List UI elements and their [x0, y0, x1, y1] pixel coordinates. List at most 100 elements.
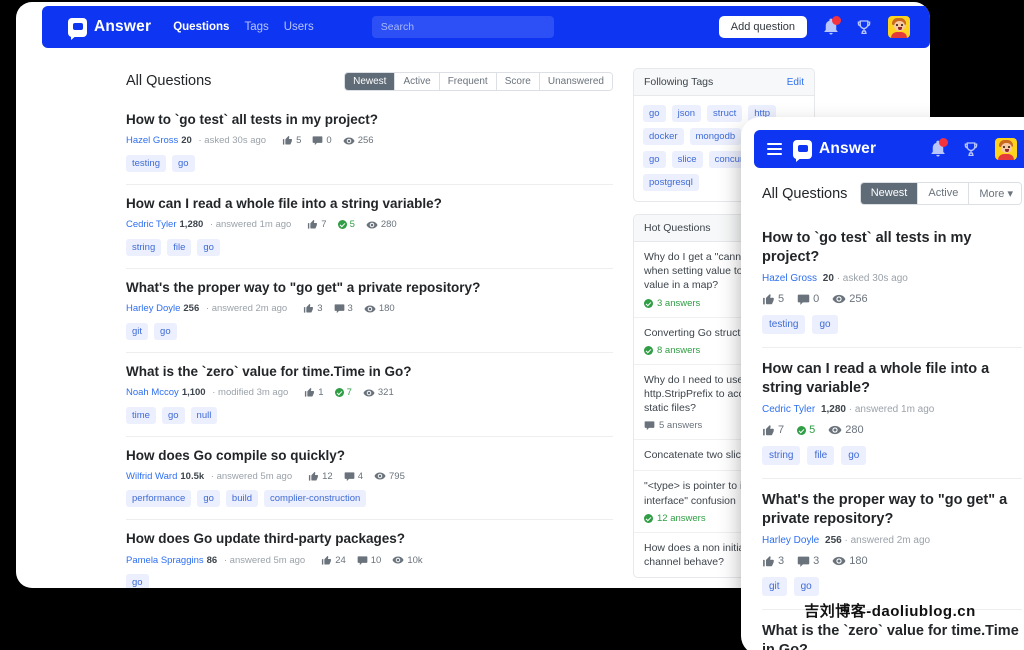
mobile-question-activity: · answered 1m ago — [845, 404, 935, 416]
nav-link-users[interactable]: Users — [284, 21, 314, 33]
following-tag[interactable]: http — [748, 105, 777, 122]
edit-tags-link[interactable]: Edit — [787, 77, 804, 88]
hot-questions-title: Hot Questions — [644, 222, 711, 234]
question-author[interactable]: Noah Mccoy — [126, 387, 179, 398]
question-title[interactable]: How can I read a whole file into a strin… — [126, 196, 613, 213]
eye-icon — [832, 554, 846, 568]
nav-link-questions[interactable]: Questions — [173, 21, 229, 33]
brand-name: Answer — [94, 18, 152, 35]
following-tag[interactable]: json — [671, 105, 702, 122]
desktop-navbar: Answer Questions Tags Users Search Add q… — [42, 6, 930, 48]
mobile-question-title[interactable]: How can I read a whole file into a strin… — [762, 360, 1022, 397]
question-stats: 5 0 256 — [282, 135, 374, 147]
filter-active[interactable]: Active — [394, 72, 439, 90]
mobile-question-author[interactable]: Harley Doyle — [762, 535, 819, 546]
following-tag[interactable]: go — [643, 151, 666, 168]
mobile-brand-logo[interactable]: Answer — [793, 139, 876, 159]
mobile-question-item[interactable]: How can I read a whole file into a strin… — [762, 347, 1022, 478]
tag[interactable]: testing — [762, 315, 806, 335]
avatar[interactable] — [888, 16, 910, 38]
tag[interactable]: performance — [126, 490, 192, 508]
screenshot-stage: Answer Questions Tags Users Search Add q… — [0, 0, 1024, 650]
bell-icon[interactable] — [822, 16, 841, 36]
comment-icon — [797, 555, 810, 568]
tag[interactable]: string — [762, 446, 801, 466]
following-tag[interactable]: go — [643, 105, 666, 122]
tag[interactable]: go — [126, 574, 149, 588]
tag[interactable]: go — [172, 154, 195, 172]
mobile-filter-more[interactable]: More ▾ — [968, 183, 1021, 204]
filter-unanswered[interactable]: Unanswered — [538, 72, 612, 90]
tag[interactable]: file — [807, 446, 835, 466]
trophy-icon[interactable] — [962, 140, 980, 158]
tag[interactable]: null — [190, 406, 218, 424]
tag[interactable]: go — [793, 577, 819, 597]
tag[interactable]: complier-construction — [264, 490, 367, 508]
mobile-question-item[interactable]: What is the `zero` value for time.Time i… — [762, 609, 1022, 650]
filter-frequent[interactable]: Frequent — [438, 72, 496, 90]
filter-score[interactable]: Score — [495, 72, 539, 90]
following-tag[interactable]: docker — [643, 128, 684, 145]
mobile-filter-active[interactable]: Active — [917, 183, 969, 204]
hamburger-icon[interactable] — [767, 143, 782, 155]
mobile-question-item[interactable]: What's the proper way to "go get" a priv… — [762, 478, 1022, 609]
tag[interactable]: testing — [126, 154, 166, 172]
tag[interactable]: go — [841, 446, 867, 466]
comment-icon — [344, 471, 355, 482]
question-title[interactable]: How does Go compile so quickly? — [126, 448, 613, 465]
tag[interactable]: file — [167, 238, 192, 256]
following-tag[interactable]: slice — [671, 151, 703, 168]
mobile-filter-newest[interactable]: Newest — [860, 183, 918, 204]
tag[interactable]: go — [197, 490, 220, 508]
author-reputation: 1,280 — [179, 219, 204, 231]
question-item[interactable]: How can I read a whole file into a strin… — [126, 183, 613, 268]
tag[interactable]: go — [197, 238, 220, 256]
question-item[interactable]: What's the proper way to "go get" a priv… — [126, 267, 613, 352]
question-item[interactable]: How does Go compile so quickly? Wilfrid W… — [126, 435, 613, 520]
tag[interactable]: git — [762, 577, 787, 597]
eye-icon — [364, 303, 376, 315]
question-author[interactable]: Hazel Gross — [126, 135, 178, 146]
bell-icon[interactable] — [929, 138, 948, 158]
avatar[interactable] — [995, 138, 1017, 160]
add-question-button[interactable]: Add question — [718, 16, 807, 38]
question-item[interactable]: How to `go test` all tests in my project… — [126, 104, 613, 184]
question-title[interactable]: How does Go update third-party packages? — [126, 531, 613, 548]
question-title[interactable]: What's the proper way to "go get" a priv… — [126, 280, 613, 297]
following-tag[interactable]: postgresql — [643, 174, 699, 191]
following-tag[interactable]: struct — [707, 105, 743, 122]
mobile-question-author[interactable]: Cedric Tyler — [762, 404, 815, 415]
question-item[interactable]: What is the `zero` value for time.Time i… — [126, 351, 613, 436]
tag[interactable]: go — [154, 322, 177, 340]
mobile-question-title[interactable]: How to `go test` all tests in my project… — [762, 229, 1022, 266]
tag[interactable]: git — [126, 322, 149, 340]
thumbs-up-icon — [762, 424, 775, 437]
nav-link-tags[interactable]: Tags — [244, 21, 268, 33]
search-input[interactable]: Search — [371, 16, 554, 38]
tag[interactable]: go — [812, 315, 838, 335]
accepted-answer-icon — [644, 513, 653, 523]
following-tag[interactable]: mongodb — [689, 128, 742, 145]
tag[interactable]: string — [126, 238, 162, 256]
mobile-question-title[interactable]: What's the proper way to "go get" a priv… — [762, 491, 1022, 528]
question-title[interactable]: How to `go test` all tests in my project… — [126, 112, 613, 129]
question-title[interactable]: What is the `zero` value for time.Time i… — [126, 364, 613, 381]
question-item[interactable]: How does Go update third-party packages?… — [126, 519, 613, 588]
questions-column: All Questions Newest Active Frequent Sco… — [126, 68, 613, 588]
mobile-question-title[interactable]: What is the `zero` value for time.Time i… — [762, 622, 1022, 650]
filter-newest[interactable]: Newest — [345, 72, 395, 90]
question-author[interactable]: Harley Doyle — [126, 303, 180, 314]
vote-count: 12 — [308, 471, 333, 482]
brand-logo[interactable]: Answer — [68, 17, 152, 37]
tag[interactable]: go — [161, 406, 185, 424]
mobile-question-stats: 7 5 280 — [762, 423, 1022, 437]
mobile-question-author[interactable]: Hazel Gross — [762, 273, 817, 284]
trophy-icon[interactable] — [855, 18, 873, 36]
tag[interactable]: time — [126, 406, 156, 424]
question-author[interactable]: Wilfrid Ward — [126, 471, 177, 482]
avatar-eye-right — [1008, 146, 1010, 148]
mobile-question-item[interactable]: How to `go test` all tests in my project… — [762, 217, 1022, 347]
question-author[interactable]: Cedric Tyler — [126, 219, 177, 230]
tag[interactable]: build — [225, 490, 258, 508]
question-author[interactable]: Pamela Spraggins — [126, 555, 204, 566]
